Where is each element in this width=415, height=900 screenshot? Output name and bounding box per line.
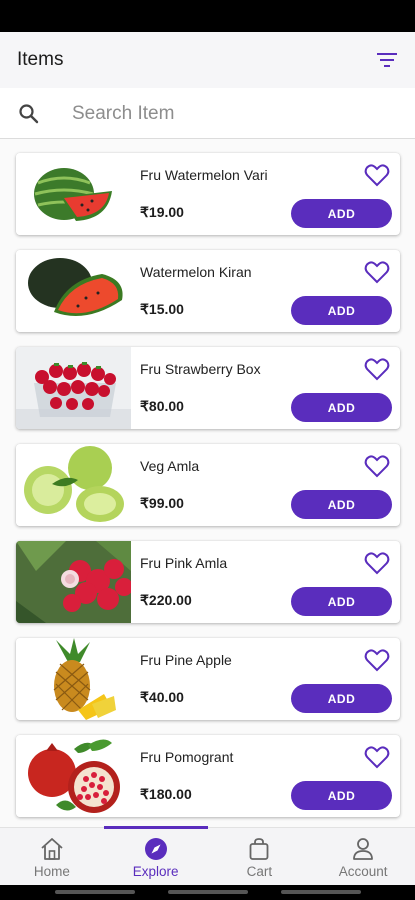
heart-icon[interactable] [364,357,390,381]
item-image-amla [16,444,131,526]
item-price: ₹19.00 [140,204,184,220]
add-button[interactable]: ADD [291,781,392,810]
item-card[interactable]: Fru Pine Apple ₹40.00 ADD [16,638,400,720]
search-icon [18,103,40,125]
gesture-pill [55,890,135,894]
item-price: ₹220.00 [140,592,192,608]
item-name: Fru Watermelon Vari [140,167,268,183]
gesture-pill [168,890,248,894]
heart-icon[interactable] [364,260,390,284]
item-name: Fru Pomogrant [140,749,234,765]
nav-item-explore[interactable]: Explore [103,826,208,885]
item-list: Fru Watermelon Vari ₹19.00 ADD Watermelo… [0,139,415,827]
item-image-pomegranate [16,735,131,817]
nav-label: Account [338,864,388,879]
item-name: Veg Amla [140,458,200,474]
item-card[interactable]: Watermelon Kiran ₹15.00 ADD [16,250,400,332]
filter-icon[interactable] [375,48,399,72]
heart-icon[interactable] [364,745,390,769]
item-name: Fru Strawberry Box [140,361,261,377]
item-price: ₹80.00 [140,398,184,414]
item-card[interactable]: Fru Strawberry Box ₹80.00 ADD [16,347,400,429]
bag-icon [246,837,272,861]
gesture-pill [281,890,361,894]
add-button[interactable]: ADD [291,490,392,519]
nav-item-account[interactable]: Account [311,828,415,885]
system-gesture-bar [0,885,415,900]
add-button[interactable]: ADD [291,199,392,228]
nav-item-cart[interactable]: Cart [208,828,312,885]
home-icon [39,837,65,861]
add-button[interactable]: ADD [291,296,392,325]
item-card[interactable]: Fru Pomogrant ₹180.00 ADD [16,735,400,817]
item-name: Fru Pink Amla [140,555,228,571]
add-button[interactable]: ADD [291,393,392,422]
heart-icon[interactable] [364,454,390,478]
item-card[interactable]: Veg Amla ₹99.00 ADD [16,444,400,526]
bottom-nav: Home Explore Cart Account [0,826,415,885]
item-price: ₹180.00 [140,786,192,802]
heart-icon[interactable] [364,163,390,187]
add-button[interactable]: ADD [291,587,392,616]
heart-icon[interactable] [364,551,390,575]
app-bar: Items [0,32,415,88]
nav-label: Explore [132,864,179,879]
compass-icon [143,837,169,861]
page-title: Items [17,49,64,70]
item-name: Watermelon Kiran [140,264,252,280]
status-bar [0,0,415,32]
nav-label: Cart [246,864,273,879]
nav-item-home[interactable]: Home [0,828,104,885]
search-bar [0,89,415,139]
item-price: ₹40.00 [140,689,184,705]
item-image-pineapple [16,638,131,720]
person-icon [350,837,376,861]
item-card[interactable]: Fru Pink Amla ₹220.00 ADD [16,541,400,623]
item-name: Fru Pine Apple [140,652,232,668]
item-image-pink-amla [16,541,131,623]
item-card[interactable]: Fru Watermelon Vari ₹19.00 ADD [16,153,400,235]
item-image-watermelon [16,250,131,332]
search-input[interactable] [72,102,372,125]
item-image-strawberry [16,347,131,429]
add-button[interactable]: ADD [291,684,392,713]
heart-icon[interactable] [364,648,390,672]
item-image-watermelon [16,153,131,235]
item-price: ₹15.00 [140,301,184,317]
nav-label: Home [33,864,70,879]
active-tab-indicator [103,826,208,829]
item-price: ₹99.00 [140,495,184,511]
